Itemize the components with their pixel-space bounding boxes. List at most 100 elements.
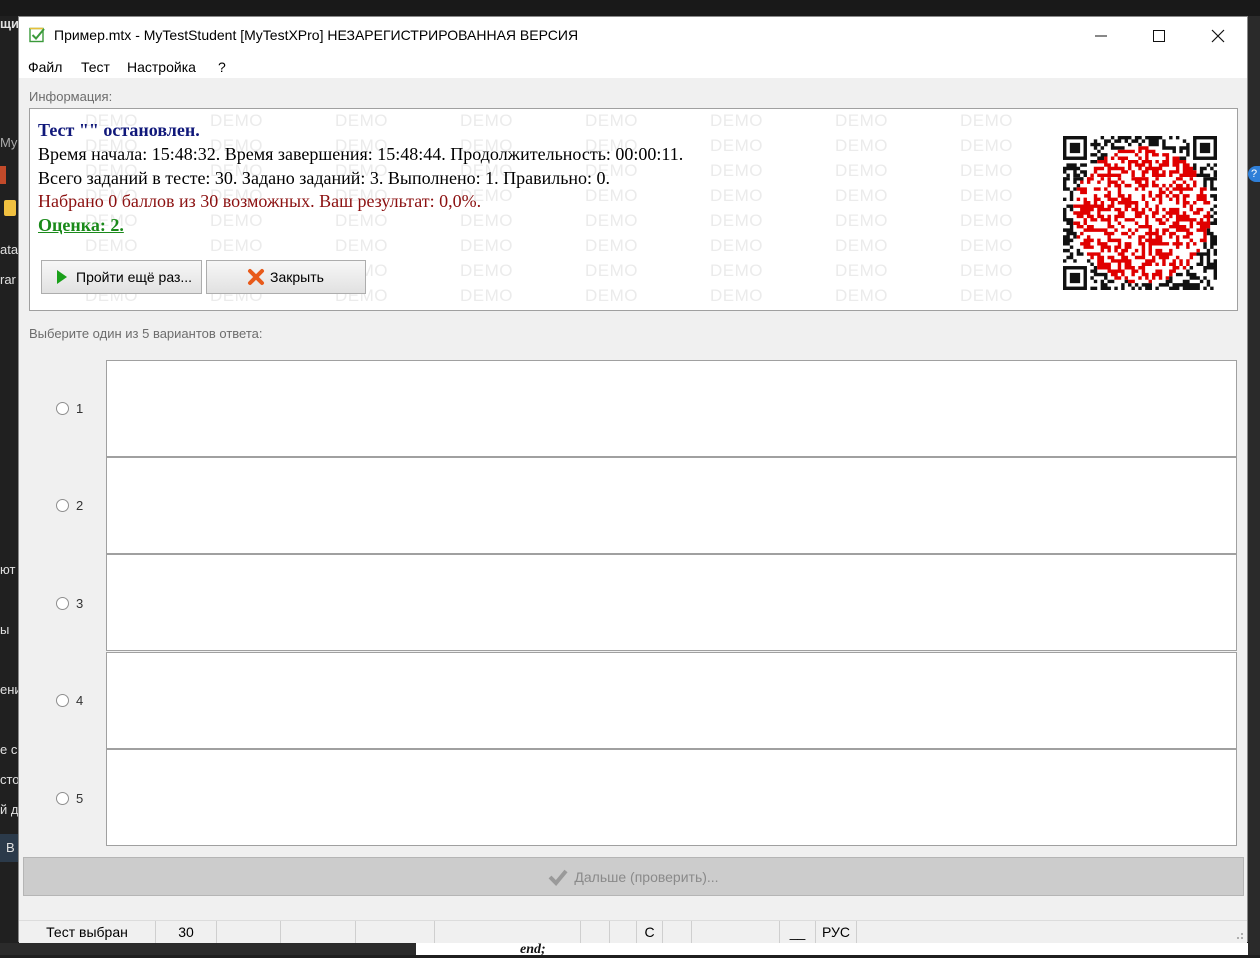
- demo-watermark-text: DEMO: [335, 236, 388, 255]
- demo-watermark-text: DEMO: [835, 186, 888, 205]
- status-test: Тест выбран: [19, 921, 156, 943]
- demo-watermark-text: DEMO: [835, 136, 888, 155]
- answer-options: 1 2 3 4 5: [19, 357, 1247, 857]
- grade-info: Оценка: 2.: [38, 215, 124, 235]
- status-cell-empty: [581, 921, 610, 943]
- answer-radio[interactable]: [56, 402, 69, 415]
- demo-watermark-text: DEMO: [960, 261, 1013, 280]
- status-underscore: __: [780, 921, 816, 943]
- close-window-button[interactable]: [1189, 17, 1247, 55]
- answer-radio[interactable]: [56, 597, 69, 610]
- demo-watermark-text: DEMO: [460, 111, 513, 130]
- background-fragment: щи: [0, 16, 18, 31]
- retry-button[interactable]: Пройти ещё раз...: [41, 260, 202, 294]
- app-checkbox-icon: [29, 27, 45, 43]
- resize-grip-icon[interactable]: [1234, 930, 1244, 940]
- play-icon: [57, 270, 67, 284]
- time-info: Время начала: 15:48:32. Время завершения…: [38, 144, 684, 164]
- score-info: Набрано 0 баллов из 30 возможных. Ваш ре…: [38, 191, 482, 211]
- demo-watermark-text: DEMO: [710, 111, 763, 130]
- demo-watermark-text: DEMO: [710, 261, 763, 280]
- menu-test[interactable]: Тест: [81, 59, 110, 75]
- answer-number: 1: [76, 401, 84, 416]
- answer-radio[interactable]: [56, 792, 69, 805]
- question-prompt: Выберите один из 5 вариантов ответа:: [29, 326, 263, 341]
- answer-number: 3: [76, 596, 84, 611]
- answer-radio[interactable]: [56, 499, 69, 512]
- main-window: Пример.mtx - MyTestStudent [MyTestXPro] …: [18, 16, 1248, 943]
- status-language: РУС: [816, 921, 857, 943]
- demo-watermark-text: DEMO: [710, 186, 763, 205]
- demo-watermark-text: DEMO: [585, 211, 638, 230]
- status-cell-empty: [435, 921, 581, 943]
- minimize-button[interactable]: [1072, 17, 1130, 55]
- help-icon: ?: [1248, 166, 1260, 182]
- status-cell-empty: [692, 921, 780, 943]
- test-status-title: Тест "" остановлен.: [38, 120, 200, 140]
- status-cell-empty: [610, 921, 637, 943]
- answer-box[interactable]: [106, 360, 1237, 457]
- maximize-button[interactable]: [1130, 17, 1188, 55]
- answer-box[interactable]: [106, 554, 1237, 651]
- maximize-icon: [1153, 30, 1165, 42]
- demo-watermark-text: DEMO: [335, 211, 388, 230]
- window-title: Пример.mtx - MyTestStudent [MyTestXPro] …: [54, 27, 579, 43]
- demo-watermark-text: DEMO: [585, 261, 638, 280]
- close-x-icon: [248, 269, 264, 285]
- title-bar[interactable]: Пример.mtx - MyTestStudent [MyTestXPro] …: [19, 17, 1247, 55]
- background-fragment: сто: [0, 772, 18, 787]
- background-fragment: ени: [0, 682, 18, 697]
- answer-number: 5: [76, 791, 84, 806]
- tasks-info: Всего заданий в тесте: 30. Задано задани…: [38, 168, 611, 188]
- info-section-label: Информация:: [29, 89, 113, 104]
- answer-radio[interactable]: [56, 694, 69, 707]
- demo-watermark-text: DEMO: [710, 136, 763, 155]
- folder-icon: [4, 200, 16, 216]
- background-right-strip: [1248, 16, 1260, 955]
- status-cell-empty: [356, 921, 435, 943]
- status-cell-empty: [663, 921, 692, 943]
- background-topbar: [0, 0, 1260, 16]
- demo-watermark-text: DEMO: [835, 111, 888, 130]
- answer-number: 2: [76, 498, 84, 513]
- status-cell-empty: [217, 921, 281, 943]
- demo-watermark-text: DEMO: [960, 286, 1013, 305]
- demo-watermark-text: DEMO: [710, 236, 763, 255]
- demo-watermark-text: DEMO: [460, 261, 513, 280]
- demo-watermark-text: DEMO: [710, 161, 763, 180]
- demo-watermark-text: DEMO: [960, 161, 1013, 180]
- demo-watermark-text: DEMO: [960, 111, 1013, 130]
- demo-watermark-text: DEMO: [835, 211, 888, 230]
- background-fragment: ы: [0, 622, 10, 637]
- background-fragment: rar: [0, 272, 16, 287]
- retry-button-label: Пройти ещё раз...: [76, 269, 193, 285]
- answer-box[interactable]: [106, 652, 1237, 749]
- demo-watermark-text: DEMO: [835, 286, 888, 305]
- status-bar: Тест выбран 30 С __ РУС: [19, 920, 1247, 943]
- answer-box[interactable]: [106, 749, 1237, 846]
- demo-watermark-text: DEMO: [835, 261, 888, 280]
- next-check-button[interactable]: Дальше (проверить)...: [23, 857, 1244, 896]
- next-check-label: Дальше (проверить)...: [574, 868, 719, 885]
- background-fragment: й д: [0, 802, 18, 817]
- demo-watermark-text: DEMO: [85, 236, 138, 255]
- status-cell-empty: [281, 921, 356, 943]
- background-fragment: ata: [0, 242, 18, 257]
- menu-settings[interactable]: Настройка: [127, 59, 196, 75]
- demo-watermark-text: DEMO: [460, 286, 513, 305]
- demo-watermark-text: DEMO: [710, 211, 763, 230]
- close-icon: [1211, 29, 1225, 43]
- menu-file[interactable]: Файл: [28, 59, 62, 75]
- background-accent: [0, 166, 6, 184]
- demo-watermark-text: DEMO: [710, 286, 763, 305]
- demo-watermark-text: DEMO: [835, 161, 888, 180]
- minimize-icon: [1095, 35, 1107, 37]
- answer-box[interactable]: [106, 457, 1237, 554]
- demo-watermark-text: DEMO: [335, 111, 388, 130]
- demo-watermark-text: DEMO: [960, 211, 1013, 230]
- demo-watermark-text: DEMO: [210, 111, 263, 130]
- demo-watermark-text: DEMO: [460, 236, 513, 255]
- close-result-button[interactable]: Закрыть: [206, 260, 366, 294]
- demo-watermark-text: DEMO: [585, 111, 638, 130]
- menu-help[interactable]: ?: [218, 59, 226, 75]
